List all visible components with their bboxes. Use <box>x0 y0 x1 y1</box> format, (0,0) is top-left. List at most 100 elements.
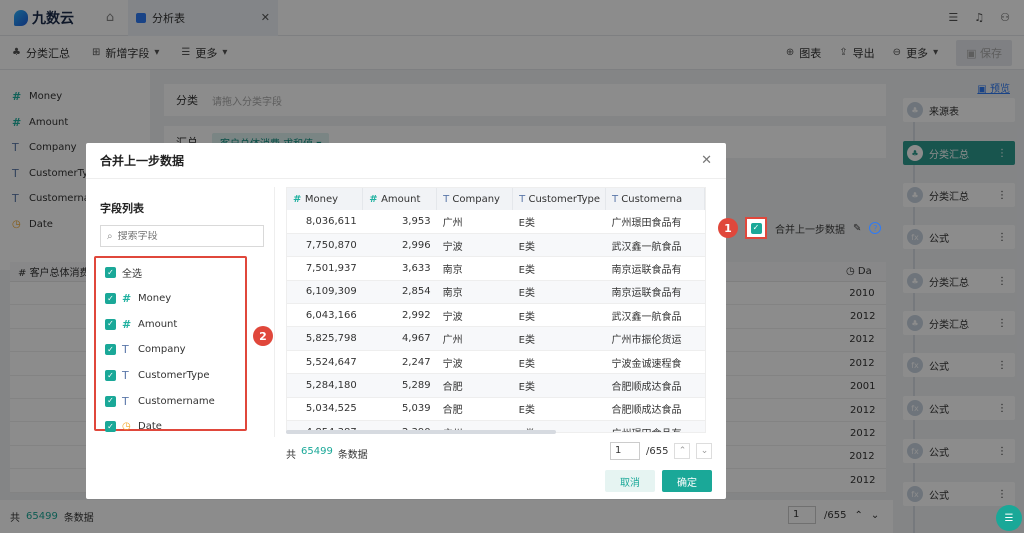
table-cell: 5,284,180 <box>287 373 363 398</box>
row-count: 共 65499 条数据 <box>286 446 368 461</box>
field-checkbox-item[interactable]: ✓ T CustomerType <box>96 363 245 389</box>
table-cell: 5,524,647 <box>287 350 363 375</box>
table-cell: 3,633 <box>362 256 437 281</box>
table-cell: 广州市振伦货运 <box>605 326 705 351</box>
table-cell: 广州 <box>436 210 513 234</box>
close-icon[interactable]: ✕ <box>701 153 712 168</box>
chat-icon[interactable]: ☰ <box>996 505 1022 531</box>
table-cell: E类 <box>512 326 606 351</box>
field-checkbox-item[interactable]: ✓ # Money <box>96 286 245 312</box>
text-icon: T <box>611 193 622 205</box>
table-cell: 合肥 <box>436 373 513 398</box>
column-header[interactable]: # Money <box>287 188 364 210</box>
table-cell: 南京运联食品有 <box>605 256 705 281</box>
table-cell: 宁波 <box>436 233 513 258</box>
table-cell: E类 <box>512 373 606 398</box>
table-cell: 5,825,798 <box>287 326 363 351</box>
help-icon[interactable]: ? <box>869 222 882 234</box>
checkbox-checked-icon: ✓ <box>105 267 116 279</box>
table-row[interactable]: 6,043,166 2,992 宁波 E类 武汉鑫一航食品 <box>287 303 705 328</box>
column-header[interactable]: T CustomerType <box>512 188 606 210</box>
annotation-badge-1: 1 <box>718 218 738 238</box>
chevron-up-icon[interactable]: ⌃ <box>674 443 691 459</box>
merge-modal: 合并上一步数据 ✕ 字段列表 ⌕ ✓ 全选 ✓#Money✓#Amount✓TC… <box>86 143 726 499</box>
table-cell: E类 <box>512 256 606 281</box>
checkbox-checked-icon: ✓ <box>105 293 116 305</box>
table-cell: 武汉鑫一航食品 <box>605 233 705 258</box>
field-checklist: ✓ 全选 ✓ # Money ✓ # Amount ✓ T Company ✓ T CustomerT… <box>94 256 247 433</box>
table-row[interactable]: 5,034,525 5,039 合肥 E类 合肥顺成达食品 <box>287 397 705 422</box>
number-icon: # <box>369 193 382 205</box>
edit-icon[interactable]: ✎ <box>853 223 861 234</box>
text-icon: T <box>443 193 453 205</box>
column-header[interactable]: # Amount <box>362 188 438 210</box>
table-cell: E类 <box>512 210 606 234</box>
preview-table-body: 8,036,611 3,953 广州 E类 广州璟田食品有 7,750,870 2,996 宁… <box>287 210 705 432</box>
modal-page-input[interactable]: 1 <box>610 442 640 460</box>
table-cell: 广州璟田食品有 <box>605 210 705 234</box>
field-checkbox-item[interactable]: ✓ T Customername <box>96 388 245 414</box>
number-icon: # <box>122 292 132 306</box>
table-cell: 宁波 <box>436 303 513 328</box>
column-header[interactable]: T Customerna <box>605 188 705 210</box>
column-header-label: Customerna <box>621 193 683 205</box>
checkbox-checked-icon: ✓ <box>105 370 116 382</box>
table-cell: 2,247 <box>362 350 437 375</box>
merge-label: 合并上一步数据 <box>775 224 845 236</box>
table-cell: 6,043,166 <box>287 303 363 328</box>
column-header-label: CustomerType <box>528 193 601 205</box>
table-cell: 5,039 <box>362 397 437 422</box>
table-cell: 合肥顺成达食品 <box>605 397 705 422</box>
modal-page-total: /655 <box>646 445 669 457</box>
field-list-title: 字段列表 <box>100 202 144 215</box>
checkbox-checked-icon: ✓ <box>105 421 116 433</box>
preview-table: # Money # Amount T Company T CustomerType T … <box>287 188 705 432</box>
select-all-checkbox[interactable]: ✓ 全选 <box>96 260 245 286</box>
table-cell: E类 <box>512 303 606 328</box>
count-suffix: 条数据 <box>337 450 368 461</box>
confirm-button[interactable]: 确定 <box>662 470 712 492</box>
divider <box>274 187 275 437</box>
text-icon: T <box>122 369 129 383</box>
checkbox-checked-icon: ✓ <box>750 222 762 234</box>
table-cell: E类 <box>512 280 606 305</box>
table-cell: 8,036,611 <box>287 210 363 234</box>
table-row[interactable]: 7,750,870 2,996 宁波 E类 武汉鑫一航食品 <box>287 233 705 258</box>
field-checkbox-label: Customername <box>138 395 215 407</box>
table-row[interactable]: 8,036,611 3,953 广州 E类 广州璟田食品有 <box>287 210 705 234</box>
checkbox-checked-icon: ✓ <box>105 395 116 407</box>
table-cell: 武汉鑫一航食品 <box>605 303 705 328</box>
text-icon: T <box>122 394 129 408</box>
field-checkbox-item[interactable]: ✓ T Company <box>96 337 245 363</box>
table-cell: 6,109,309 <box>287 280 363 305</box>
table-row[interactable]: 6,109,309 2,854 南京 E类 南京运联食品有 <box>287 280 705 305</box>
table-cell: 2,854 <box>362 280 437 305</box>
table-cell: E类 <box>512 350 606 375</box>
merge-previous-option[interactable]: ✓ 合并上一步数据 ✎ ? <box>745 217 882 239</box>
table-cell: 合肥 <box>436 397 513 422</box>
search-icon: ⌕ <box>107 230 113 242</box>
table-cell: 4,967 <box>362 326 437 351</box>
table-row[interactable]: 7,501,937 3,633 南京 E类 南京运联食品有 <box>287 256 705 281</box>
table-row[interactable]: 5,825,798 4,967 广州 E类 广州市振伦货运 <box>287 326 705 351</box>
table-cell: 3,953 <box>362 210 437 234</box>
table-row[interactable]: 5,524,647 2,247 宁波 E类 宁波金诚速程食 <box>287 350 705 375</box>
checkbox-checked-icon: ✓ <box>105 318 116 330</box>
modal-title: 合并上一步数据 <box>86 143 726 179</box>
field-checkbox-item[interactable]: ✓ ◷ Date <box>96 414 245 440</box>
highlight-box: ✓ <box>745 217 767 239</box>
field-search-input[interactable] <box>117 230 248 242</box>
table-cell: 广州璟田食品有 <box>605 420 705 432</box>
chevron-down-icon[interactable]: ⌄ <box>696 443 713 459</box>
field-checkbox-item[interactable]: ✓ # Amount <box>96 311 245 337</box>
table-row[interactable]: 5,284,180 5,289 合肥 E类 合肥顺成达食品 <box>287 373 705 398</box>
table-cell: 7,750,870 <box>287 233 363 258</box>
cancel-button[interactable]: 取消 <box>605 470 655 492</box>
table-cell: 南京 <box>436 256 513 281</box>
horizontal-scrollbar[interactable] <box>286 430 556 434</box>
field-checkbox-label: Company <box>138 344 186 356</box>
annotation-badge-2: 2 <box>253 326 273 346</box>
count-prefix: 共 <box>286 450 296 461</box>
field-search: ⌕ <box>100 225 264 247</box>
column-header[interactable]: T Company <box>436 188 514 210</box>
